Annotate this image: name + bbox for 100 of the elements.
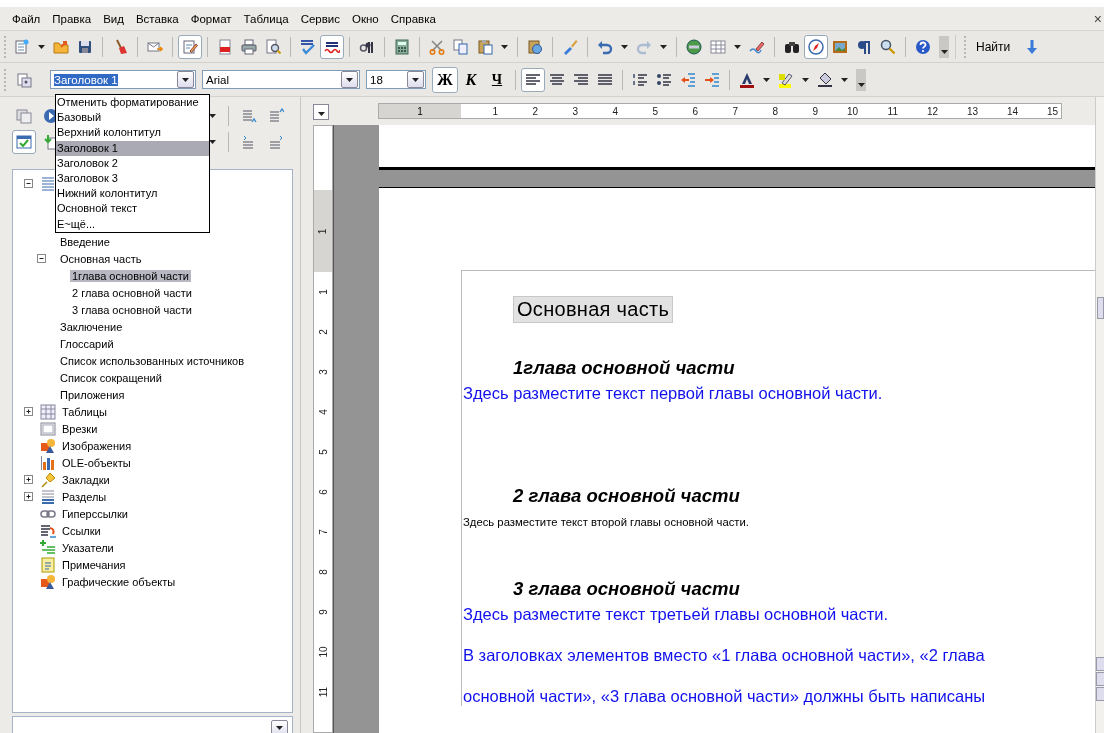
tree-item[interactable]: Разделы [60,490,109,503]
note-icon [40,556,56,573]
paste-icon [477,38,493,55]
content-view-icon[interactable] [16,134,32,150]
menu-item[interactable]: Сервис [294,12,347,25]
style-option[interactable]: Е~щё... [56,216,209,232]
outdent-icon [680,71,696,88]
tree-item[interactable]: Ссылки [60,524,103,537]
italic-button[interactable]: К [458,66,484,93]
align-left-icon [525,71,541,88]
shapes-icon [40,573,56,590]
font-size-field[interactable]: 18 [366,70,426,89]
save-icon [77,38,93,55]
tree-item[interactable]: Графические объекты [60,575,178,588]
tree-item[interactable]: 1глава основной части [70,269,191,282]
dropdown-arrow-icon [276,726,283,730]
menu-item[interactable]: Файл [6,12,47,25]
dropdown-arrow-icon[interactable] [501,44,508,49]
dropdown-arrow-icon[interactable] [38,44,45,49]
tree-item[interactable]: Указатели [60,541,116,554]
paragraph-style-field[interactable]: Заголовок 1 [50,70,196,89]
tab-stop-button[interactable] [313,104,329,120]
tree-item[interactable]: Таблицы [60,405,109,418]
tree-item[interactable]: Врезки [60,422,100,435]
tree-item[interactable]: Закладки [60,473,112,486]
document-select-field[interactable] [12,716,293,733]
dropdown-arrow-icon[interactable] [763,77,770,82]
document-title: Основная часть [513,296,674,323]
tree-item[interactable]: Список сокращений [58,371,164,384]
font-name-field[interactable]: Arial [202,70,360,89]
compass-button[interactable] [804,34,828,59]
ruler-number: 8 [317,569,329,575]
dropdown-arrow-icon[interactable] [802,77,809,82]
dropdown-arrow-icon[interactable] [841,77,848,82]
tree-item[interactable]: Глоссарий [58,337,116,350]
style-option[interactable]: Основной текст [56,201,209,217]
tree-item[interactable]: 3 глава основной части [70,303,194,316]
tree-item[interactable]: Гиперссылки [60,507,130,520]
expand-icon[interactable] [23,406,34,417]
tree-item[interactable]: Список использованных источников [58,354,247,367]
numbered-list-icon [632,71,648,88]
tree-item[interactable]: OLE-объекты [60,456,133,469]
align-justify-icon [597,71,613,88]
menu-item[interactable]: Таблица [237,12,295,25]
document-heading: 3 глава основной части [513,578,740,599]
dropdown-arrow-icon[interactable] [209,114,216,118]
dropdown-arrow-icon [182,77,189,82]
align-left-button[interactable] [521,67,545,92]
picture-icon [832,38,848,55]
tree-item[interactable]: 2 глава основной части [70,286,194,299]
tree-item[interactable]: Приложения [58,388,127,401]
ruler-number: 2 [532,105,538,117]
expand-icon[interactable] [23,474,34,485]
clipboard-globe-icon [527,38,543,55]
collapse-icon[interactable] [36,253,47,264]
menu-item[interactable]: Справка [384,12,442,25]
vertical-scrollbar[interactable] [1095,97,1104,733]
tree-item[interactable]: Заключение [58,320,125,333]
ruler-number: 7 [732,105,738,117]
printer-icon [241,38,257,55]
bold-button[interactable]: Ж [432,66,458,93]
menu-item[interactable]: Вид [97,12,130,25]
menu-item[interactable]: Вставка [129,12,185,25]
close-button[interactable]: × [1093,10,1104,27]
dropdown-arrow-icon[interactable] [621,44,628,49]
tree-item[interactable]: Основная часть [58,252,144,265]
new-document-icon [14,38,30,55]
tree-item[interactable]: Введение [58,235,112,248]
ruler-number: 5 [652,105,658,117]
menu-item[interactable]: Окно [346,12,385,25]
font-name-value: Arial [205,73,230,86]
ruler-number: 4 [317,409,329,415]
style-option[interactable]: Заголовок 1 [56,140,209,156]
pdf-icon [217,38,233,55]
underline-button[interactable]: Ч [484,66,510,93]
edit-page-button[interactable] [178,34,202,59]
style-option[interactable]: Заголовок 3 [56,170,209,187]
tree-item[interactable]: Изображения [60,439,134,452]
toolbar-overflow-button[interactable] [939,35,949,58]
calculator-icon [394,38,410,55]
toolbar-overflow-button[interactable] [856,68,866,91]
style-option[interactable]: Верхний колонтитул [56,125,209,141]
style-option[interactable]: Базовый [56,110,209,126]
dropdown-arrow-icon[interactable] [209,140,216,144]
dropdown-arrow-icon[interactable] [734,44,741,49]
style-option[interactable]: Отменить форматирование [56,95,209,111]
autospell-button[interactable] [320,34,344,59]
menu-item[interactable]: Правка [46,12,98,25]
frame-icon [40,420,56,437]
toggle-icon[interactable] [16,108,32,124]
tree-item[interactable]: Примечания [60,558,128,571]
align-center-icon [549,71,565,88]
expand-icon[interactable] [23,491,34,502]
style-option[interactable]: Заголовок 2 [56,155,209,171]
style-option[interactable]: Нижний колонтитул [56,186,209,202]
menu-item[interactable]: Формат [184,12,238,25]
ruler-number: 13 [966,105,978,117]
pushpin-icon [40,471,56,488]
dropdown-arrow-icon[interactable] [660,44,667,49]
collapse-icon[interactable] [23,178,34,189]
